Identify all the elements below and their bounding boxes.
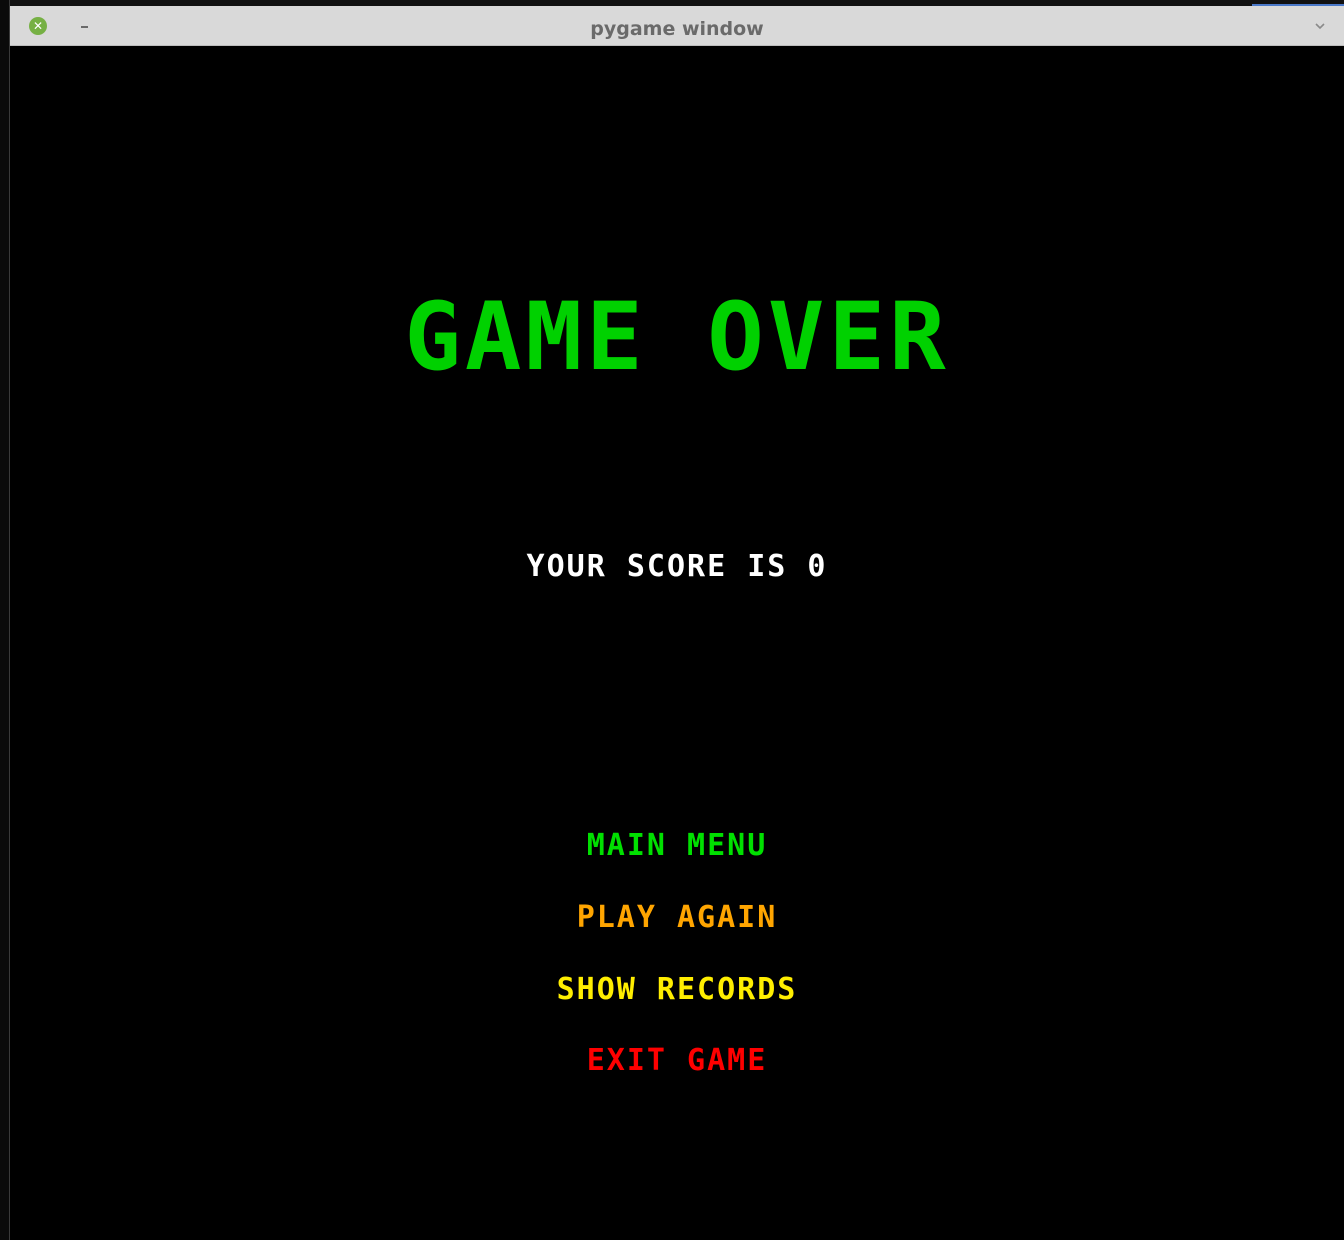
exit-game-option[interactable]: EXIT GAME	[10, 1046, 1344, 1076]
close-icon[interactable]: ✕	[29, 17, 47, 35]
play-again-option[interactable]: PLAY AGAIN	[10, 903, 1344, 933]
game-over-title: GAME OVER	[404, 283, 950, 392]
score-text: YOUR SCORE IS 0	[526, 549, 828, 584]
pygame-window: pygame window ✕ GAME OVER YOUR SCORE IS …	[0, 0, 1344, 1240]
main-menu-option[interactable]: MAIN MENU	[10, 831, 1344, 861]
window-left-border	[0, 0, 10, 1240]
chevron-down-icon[interactable]	[1312, 18, 1328, 34]
window-titlebar[interactable]: pygame window ✕	[10, 6, 1344, 46]
window-title: pygame window	[590, 18, 764, 40]
minimize-icon[interactable]	[76, 17, 94, 35]
show-records-option[interactable]: SHOW RECORDS	[10, 975, 1344, 1005]
close-glyph: ✕	[32, 19, 44, 33]
game-canvas[interactable]: GAME OVER YOUR SCORE IS 0 MAIN MENU PLAY…	[10, 46, 1344, 1240]
